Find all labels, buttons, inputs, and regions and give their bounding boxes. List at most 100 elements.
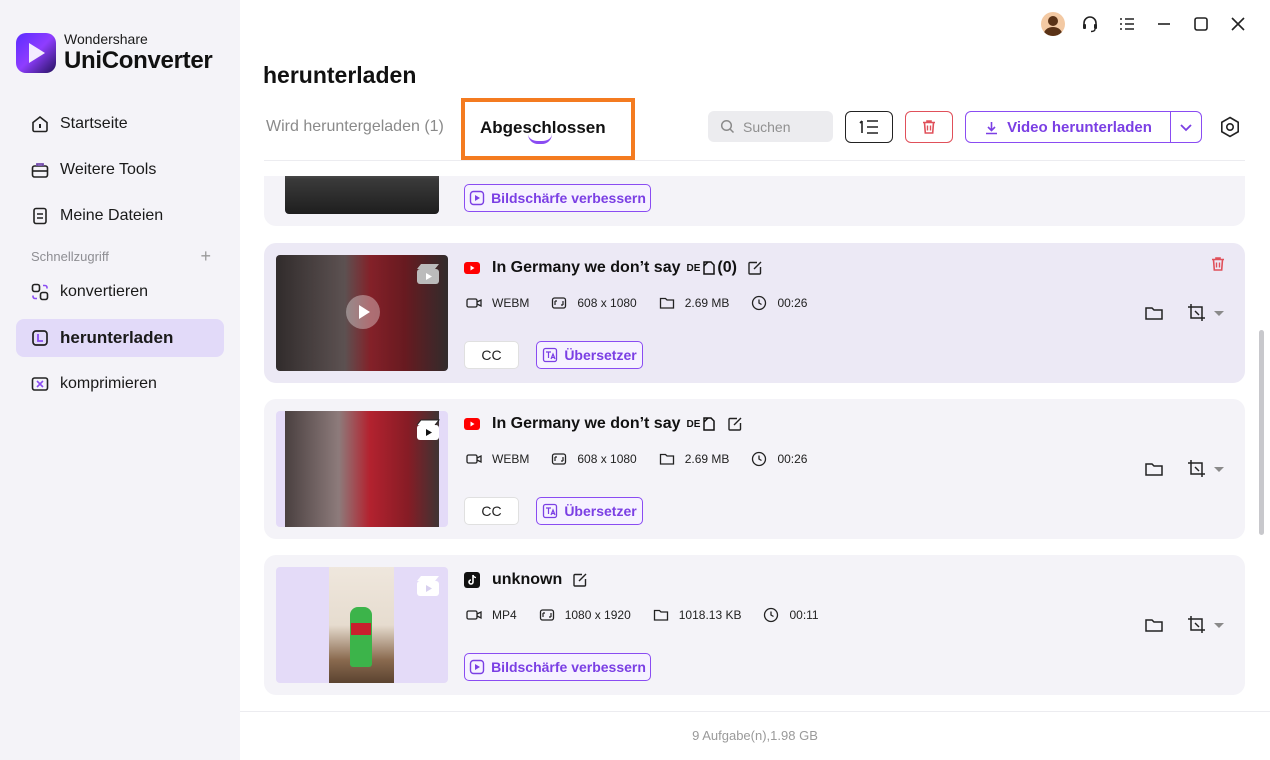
sidebar-item-herunterladen[interactable]: herunterladen	[16, 319, 224, 357]
window-controls	[1034, 12, 1256, 36]
duration-label: 00:26	[777, 452, 808, 466]
minimize-icon	[1157, 23, 1170, 25]
clock-icon	[764, 607, 779, 623]
search-input[interactable]: Suchen	[708, 111, 833, 142]
video-format-icon	[466, 610, 482, 620]
task-summary: 9 Aufgabe(n),1.98 GB	[692, 728, 818, 743]
video-thumbnail	[285, 176, 439, 214]
minimize-button[interactable]	[1145, 12, 1182, 36]
delete-all-button[interactable]	[905, 111, 953, 143]
enhance-label: Bildschärfe verbessern	[491, 190, 646, 206]
crop-icon	[1188, 616, 1205, 633]
video-format-icon	[466, 298, 482, 308]
clock-icon	[752, 451, 767, 467]
size-label: 2.69 MB	[684, 452, 730, 466]
duration-label: 00:11	[789, 608, 819, 622]
video-meta: WEBM 608 x 1080 2.69 MB 00:26	[466, 295, 829, 311]
sort-button[interactable]	[845, 111, 893, 143]
video-title: unknown	[492, 571, 563, 588]
trash-icon	[923, 120, 935, 134]
search-icon	[720, 119, 735, 134]
video-thumbnail	[276, 255, 448, 371]
clock-icon	[752, 295, 767, 311]
crop-icon	[1188, 304, 1205, 321]
support-button[interactable]	[1071, 12, 1108, 36]
logo-product: UniConverter	[64, 47, 213, 74]
edit-video-dropdown[interactable]	[1186, 457, 1226, 481]
page-title: herunterladen	[263, 62, 417, 88]
list-item[interactable]: Bildschärfe verbessern	[264, 176, 1245, 226]
settings-icon[interactable]	[1218, 115, 1242, 139]
cc-button[interactable]: CC	[464, 341, 519, 369]
list-item[interactable]: unknown MP4 1080 x 1920 1018.13 KB 00:11…	[264, 555, 1245, 695]
folder-size-icon	[659, 453, 674, 465]
avatar	[1040, 12, 1065, 36]
play-icon[interactable]	[346, 295, 380, 329]
sidebar-item-label: komprimieren	[60, 375, 157, 392]
figure-shape	[350, 607, 372, 667]
tab-downloading[interactable]: Wird heruntergeladen (1)	[266, 118, 444, 136]
cc-button[interactable]: CC	[464, 497, 519, 525]
quick-access-label: Schnellzugriff	[31, 249, 109, 264]
list-item[interactable]: In Germany we don’t say DE WEBM 608 x 10…	[264, 399, 1245, 539]
translator-button[interactable]: Übersetzer	[536, 497, 643, 525]
sidebar-item-weitere-tools[interactable]: Weitere Tools	[16, 151, 224, 189]
video-meta: WEBM 608 x 1080 2.69 MB 00:26	[466, 451, 829, 467]
sidebar-item-label: Startseite	[60, 115, 128, 132]
video-download-button[interactable]: Video herunterladen	[966, 112, 1171, 142]
account-button[interactable]	[1034, 12, 1071, 36]
open-folder-icon[interactable]	[1144, 615, 1164, 635]
open-folder-icon[interactable]	[1144, 303, 1164, 323]
list-item[interactable]: In Germany we don’t say DE (0) WEBM 608 …	[264, 243, 1245, 383]
compress-icon	[31, 377, 49, 391]
headset-icon	[1082, 16, 1097, 33]
format-label: WEBM	[492, 296, 530, 310]
sidebar: Wondershare UniConverter Startseite Weit…	[0, 0, 240, 760]
search-placeholder: Suchen	[743, 118, 791, 135]
clapperboard-icon	[417, 576, 439, 596]
sort-list-icon	[859, 120, 878, 134]
add-quick-access-icon[interactable]: +	[200, 247, 211, 265]
figure-shirt	[351, 623, 371, 635]
open-folder-icon[interactable]	[1144, 459, 1164, 479]
video-thumbnail	[276, 567, 448, 683]
close-button[interactable]	[1219, 12, 1256, 36]
video-meta: MP4 1080 x 1920 1018.13 KB 00:11	[466, 607, 841, 623]
video-title-suffix: (0)	[717, 259, 737, 276]
sidebar-item-konvertieren[interactable]: konvertieren	[16, 273, 224, 311]
edit-video-dropdown[interactable]	[1186, 301, 1226, 325]
edit-icon[interactable]	[572, 572, 588, 588]
edit-video-dropdown[interactable]	[1186, 613, 1226, 637]
sidebar-item-komprimieren[interactable]: komprimieren	[16, 365, 224, 403]
video-format-icon	[466, 454, 482, 464]
chevron-down-icon	[1214, 310, 1224, 316]
video-title-row: unknown	[464, 571, 588, 589]
video-download-button-group: Video herunterladen	[965, 111, 1202, 143]
edit-icon[interactable]	[727, 416, 743, 432]
menu-button[interactable]	[1108, 12, 1145, 36]
resolution-icon	[539, 609, 554, 621]
chevron-down-icon	[1180, 124, 1192, 132]
delete-item-icon[interactable]	[1209, 255, 1227, 273]
scrollbar[interactable]	[1259, 330, 1264, 535]
format-label: MP4	[492, 608, 517, 622]
logo-brand: Wondershare	[64, 31, 148, 47]
video-thumbnail	[276, 411, 448, 527]
enhance-sharpness-button[interactable]: Bildschärfe verbessern	[464, 184, 651, 212]
menu-icon	[1119, 18, 1134, 30]
video-download-label: Video herunterladen	[1007, 118, 1152, 136]
maximize-button[interactable]	[1182, 12, 1219, 36]
sidebar-item-label: Meine Dateien	[60, 207, 164, 224]
folder-size-icon	[659, 297, 674, 309]
crop-icon	[1188, 460, 1205, 477]
edit-icon[interactable]	[747, 260, 763, 276]
clapperboard-icon	[416, 419, 440, 440]
enhance-sharpness-button[interactable]: Bildschärfe verbessern	[464, 653, 651, 681]
translator-button[interactable]: Übersetzer	[536, 341, 643, 369]
sidebar-item-startseite[interactable]: Startseite	[16, 105, 224, 143]
translate-icon	[543, 347, 558, 363]
sidebar-item-meine-dateien[interactable]: Meine Dateien	[16, 197, 224, 235]
download-options-dropdown[interactable]	[1171, 112, 1201, 142]
uniconverter-logo-icon	[16, 32, 56, 73]
enhance-icon	[469, 659, 485, 675]
